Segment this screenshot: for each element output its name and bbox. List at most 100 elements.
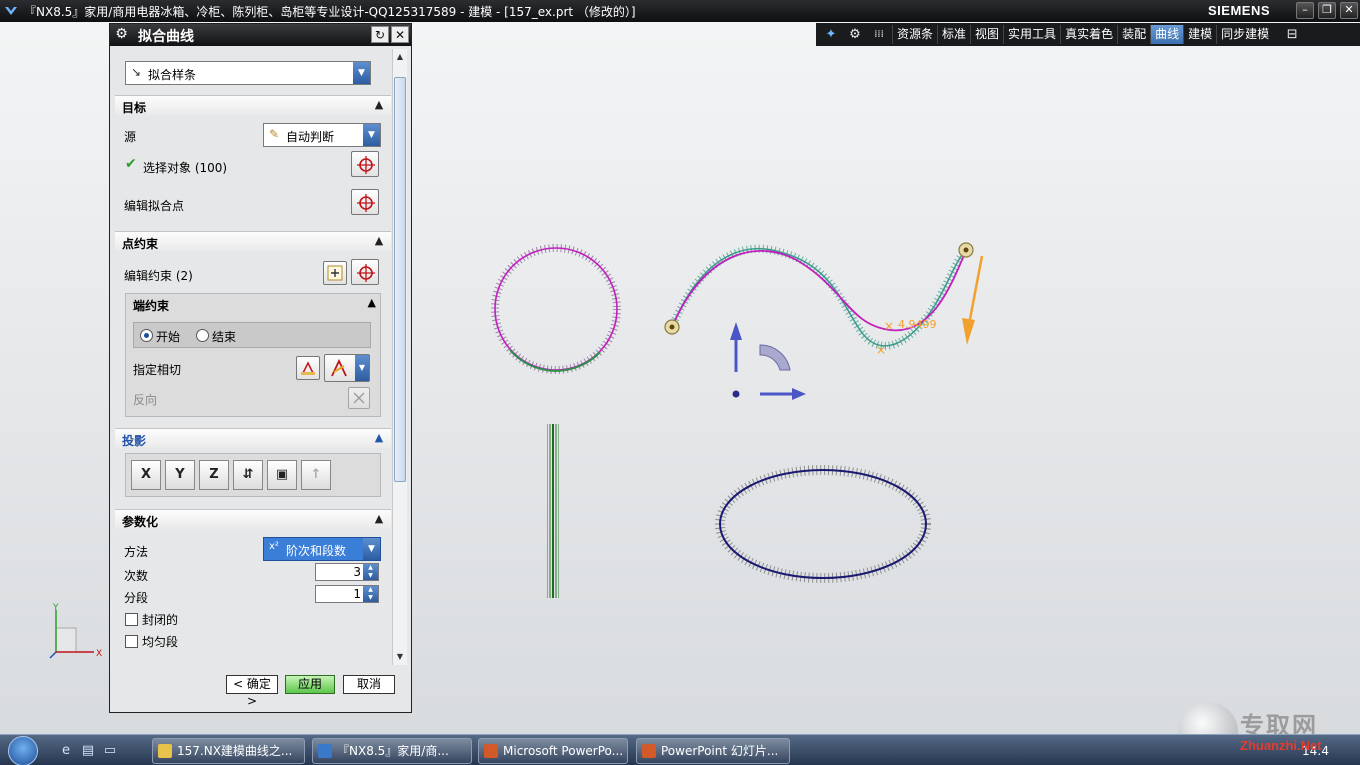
- source-select[interactable]: ✎ 自动判断 ▼: [263, 123, 381, 147]
- tab-curve[interactable]: 曲线: [1150, 25, 1184, 44]
- show-desktop-icon[interactable]: ▤: [80, 743, 96, 759]
- restore-button[interactable]: ❐: [1318, 2, 1336, 19]
- specify-tangent-label: 指定相切: [133, 363, 182, 377]
- reverse-direction-button[interactable]: [348, 387, 370, 409]
- windows-taskbar: e ▤ ▭ 157.NX建模曲线之... 『NX8.5』家用/商... Micr…: [0, 734, 1360, 765]
- scroll-down-icon[interactable]: ▼: [394, 651, 406, 663]
- graphics-viewport[interactable]: 4.9499 × ×: [412, 46, 1360, 736]
- tab-synchronous-modeling[interactable]: 同步建模: [1216, 25, 1273, 44]
- taskbar-item-slideshow[interactable]: PowerPoint 幻灯片...: [636, 738, 790, 764]
- dialog-gear-icon[interactable]: ⚙: [113, 26, 130, 43]
- window-title-bar: 『NX8.5』家用/商用电器冰箱、冷柜、陈列柜、岛柜等专业设计-QQ125317…: [0, 0, 1360, 22]
- toolbar-options-icon[interactable]: ⊟: [1281, 25, 1303, 44]
- method-value: 阶次和段数: [286, 544, 347, 558]
- section-projection[interactable]: 投影 ▲: [115, 428, 391, 448]
- section-parameterization[interactable]: 参数化 ▲: [115, 509, 391, 529]
- project-y-button[interactable]: Y: [165, 460, 195, 490]
- collapse-icon[interactable]: ▲: [368, 296, 376, 309]
- section-target[interactable]: 目标 ▲: [115, 95, 391, 115]
- ok-button[interactable]: < 确定 >: [226, 675, 278, 708]
- chevron-down-icon[interactable]: ▼: [363, 124, 380, 146]
- settings-gear-icon[interactable]: ⚙: [844, 25, 866, 44]
- section-point-constraint-label: 点约束: [122, 237, 159, 251]
- segments-value: 1: [353, 587, 361, 601]
- monitor-icon[interactable]: ▭: [102, 743, 118, 759]
- window-title: 『NX8.5』家用/商用电器冰箱、冷柜、陈列柜、岛柜等专业设计-QQ125317…: [24, 5, 636, 19]
- wcs-handles[interactable]: [730, 322, 806, 400]
- project-vector-button[interactable]: ⇵: [233, 460, 263, 490]
- chevron-down-icon[interactable]: ▼: [355, 355, 369, 381]
- radio-start-label: 开始: [156, 330, 181, 344]
- fit-line[interactable]: [547, 424, 559, 598]
- edit-fit-points-button[interactable]: [351, 189, 379, 215]
- dialog-title-bar: ⚙ 拟合曲线 ↻ ✕: [110, 24, 411, 46]
- edit-constraint-button[interactable]: [351, 259, 379, 285]
- tab-standard[interactable]: 标准: [937, 25, 970, 44]
- edit-constraint-label: 编辑约束 (2): [124, 269, 193, 283]
- fit-ellipse[interactable]: [715, 465, 931, 583]
- scroll-thumb[interactable]: [394, 77, 406, 482]
- tab-resource-bar[interactable]: 资源条: [892, 25, 937, 44]
- project-plane-button[interactable]: ▣: [267, 460, 297, 490]
- tangent-dialog-button[interactable]: [296, 356, 320, 380]
- scroll-up-icon[interactable]: ▲: [394, 51, 406, 63]
- tab-assembly[interactable]: 装配: [1117, 25, 1150, 44]
- close-window-button[interactable]: ✕: [1340, 2, 1358, 19]
- segments-stepper[interactable]: 1 ▲ ▼: [315, 585, 379, 603]
- uniform-segments-label: 均匀段: [142, 635, 179, 649]
- apply-button[interactable]: 应用: [285, 675, 335, 694]
- nx-menu-icon[interactable]: ✦: [820, 25, 842, 44]
- uniform-segments-checkbox[interactable]: [125, 635, 138, 648]
- taskbar-item-label: PowerPoint 幻灯片...: [661, 744, 779, 758]
- collapse-icon[interactable]: ▲: [371, 430, 387, 446]
- dialog-scrollbar[interactable]: ▲ ▼: [392, 49, 407, 665]
- cancel-button[interactable]: 取消: [343, 675, 395, 694]
- taskbar-item-powerpoint[interactable]: Microsoft PowerPo...: [478, 738, 628, 764]
- project-z-button[interactable]: Z: [199, 460, 229, 490]
- start-button[interactable]: [8, 736, 38, 765]
- tab-modeling[interactable]: 建模: [1183, 25, 1216, 44]
- crosshair-icon: [357, 156, 375, 174]
- siemens-logo: SIEMENS: [1208, 3, 1271, 18]
- radio-end[interactable]: [196, 329, 209, 342]
- collapse-icon[interactable]: ▲: [371, 233, 387, 249]
- method-select[interactable]: x² 阶次和段数 ▼: [263, 537, 381, 561]
- grid-icon[interactable]: ⁞⁞⁞: [868, 25, 890, 44]
- degree-stepper[interactable]: 3 ▲ ▼: [315, 563, 379, 581]
- chevron-down-icon[interactable]: ▼: [363, 538, 380, 560]
- reverse-label: 反向: [133, 393, 158, 407]
- stepper-arrows-icon[interactable]: ▲ ▼: [363, 564, 378, 580]
- project-x-button[interactable]: X: [131, 460, 161, 490]
- tab-true-shading[interactable]: 真实着色: [1060, 25, 1117, 44]
- tab-view[interactable]: 视图: [970, 25, 1003, 44]
- triad-x-label: X: [96, 649, 102, 659]
- radio-end-label: 结束: [212, 330, 237, 344]
- collapse-icon[interactable]: ▲: [371, 97, 387, 113]
- close-dialog-icon[interactable]: ✕: [391, 26, 409, 43]
- projection-buttons-panel: X Y Z ⇵ ▣ ↑: [125, 453, 381, 497]
- fit-spline[interactable]: 4.9499 × ×: [664, 242, 984, 357]
- tangent-vector-select[interactable]: ▼: [324, 354, 370, 382]
- add-constraint-button[interactable]: [323, 261, 347, 285]
- reset-icon[interactable]: ↻: [371, 26, 389, 43]
- fit-circle[interactable]: [491, 244, 621, 374]
- section-point-constraint[interactable]: 点约束 ▲: [115, 231, 391, 251]
- project-normal-button[interactable]: ↑: [301, 460, 331, 490]
- closed-checkbox[interactable]: [125, 613, 138, 626]
- taskbar-item-folder[interactable]: 157.NX建模曲线之...: [152, 738, 305, 764]
- select-objects-button[interactable]: [351, 151, 379, 177]
- tab-utilities[interactable]: 实用工具: [1003, 25, 1060, 44]
- radio-start[interactable]: [140, 329, 153, 342]
- taskbar-item-nx[interactable]: 『NX8.5』家用/商...: [312, 738, 472, 764]
- ie-icon[interactable]: e: [58, 743, 74, 759]
- stepper-arrows-icon[interactable]: ▲ ▼: [363, 586, 378, 602]
- end-constraint-label: 端约束: [133, 299, 170, 313]
- end-constraint-header[interactable]: 端约束 ▲: [126, 294, 380, 314]
- collapse-icon[interactable]: ▲: [371, 511, 387, 527]
- fit-type-value: 拟合样条: [148, 68, 197, 82]
- select-objects-label: 选择对象 (100): [143, 161, 228, 175]
- start-end-group: 开始 结束: [133, 322, 371, 348]
- fit-type-select[interactable]: ↘ 拟合样条 ▼: [125, 61, 371, 85]
- minimize-button[interactable]: –: [1296, 2, 1314, 19]
- chevron-down-icon[interactable]: ▼: [353, 62, 370, 84]
